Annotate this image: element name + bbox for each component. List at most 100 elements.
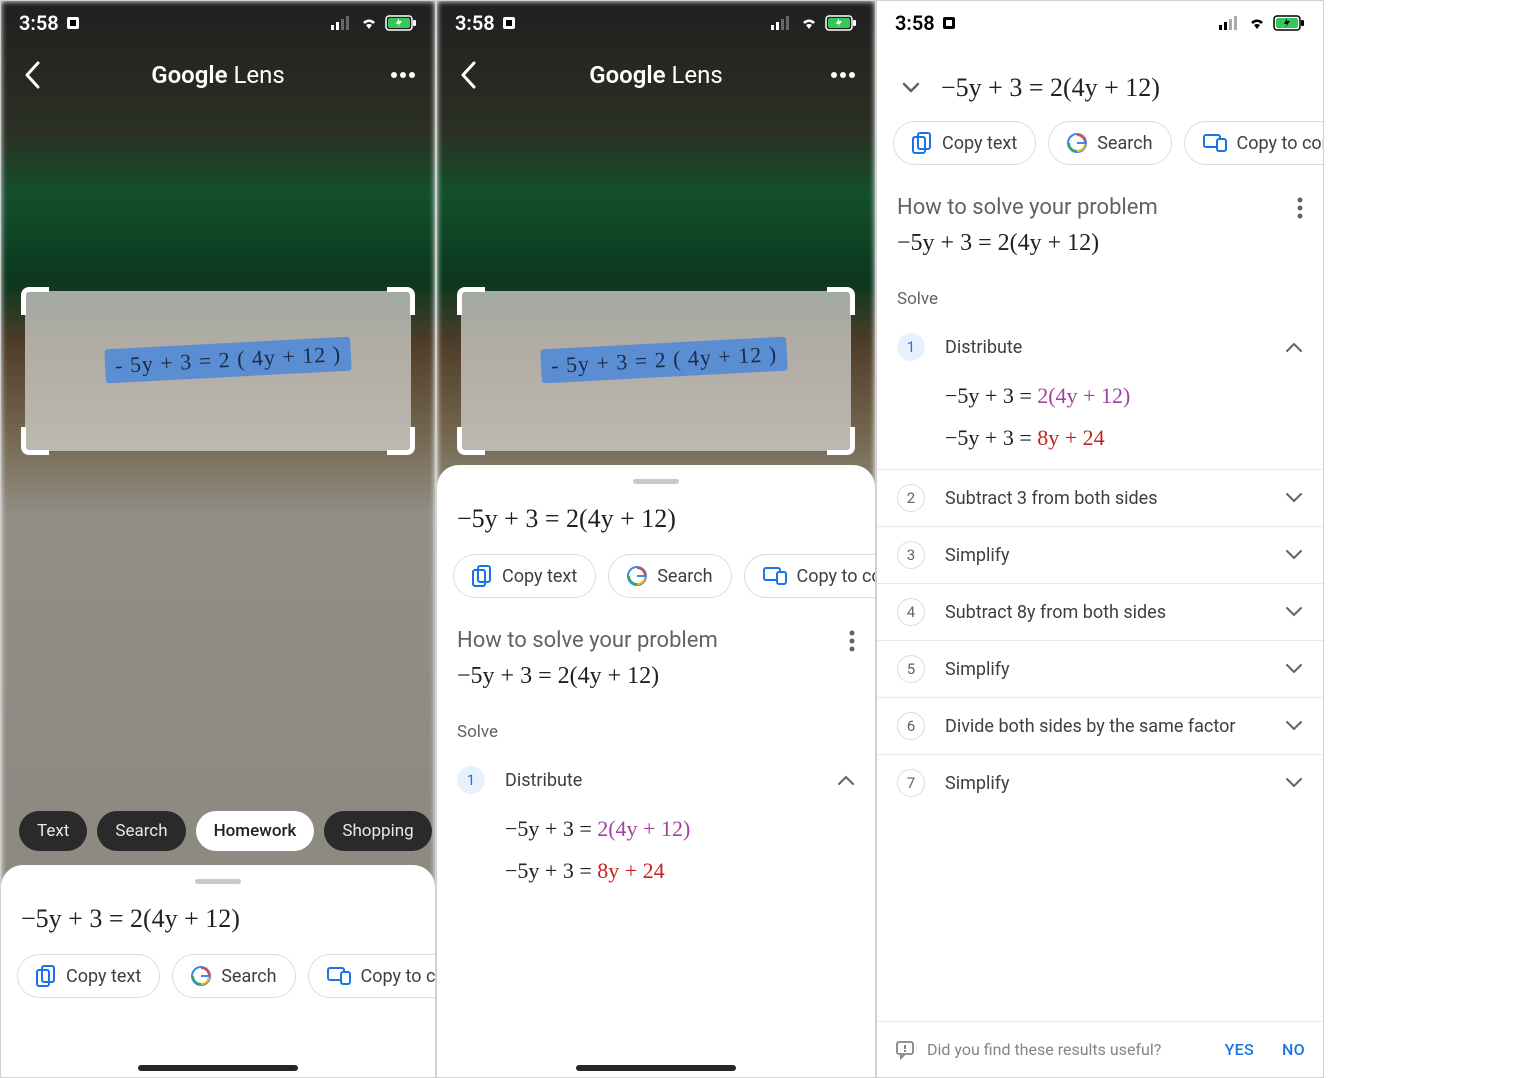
more-button[interactable] bbox=[385, 57, 421, 93]
search-button[interactable]: Search bbox=[1048, 121, 1171, 165]
more-button[interactable] bbox=[825, 57, 861, 93]
copy-to-computer-button[interactable]: Copy to computer bbox=[1184, 121, 1323, 165]
chevron-down-icon bbox=[1285, 663, 1303, 675]
crop-handle-br[interactable] bbox=[827, 427, 855, 455]
screen-3-solve-fullscreen: 3:58 −5y + 3 = 2(4y + 12) Copy text S bbox=[876, 0, 1324, 1078]
step-row-5[interactable]: 5 Simplify bbox=[877, 640, 1323, 697]
action-row: Copy text Search Copy to computer bbox=[877, 111, 1323, 171]
step-row-4[interactable]: 4 Subtract 8y from both sides bbox=[877, 583, 1323, 640]
chevron-down-icon bbox=[1285, 777, 1303, 789]
solve-heading: How to solve your problem bbox=[437, 604, 875, 657]
status-time: 3:58 bbox=[455, 11, 495, 35]
signal-icon bbox=[1219, 16, 1241, 30]
step-row-2[interactable]: 2 Subtract 3 from both sides bbox=[877, 469, 1323, 526]
feedback-yes-button[interactable]: YES bbox=[1225, 1040, 1254, 1059]
mode-chip-search[interactable]: Search bbox=[97, 811, 185, 851]
back-button[interactable] bbox=[451, 57, 487, 93]
step-title: Divide both sides by the same factor bbox=[945, 716, 1235, 737]
crop-handle-bl[interactable] bbox=[457, 427, 485, 455]
status-app-icon bbox=[501, 15, 517, 31]
step-row-6[interactable]: 6 Divide both sides by the same factor bbox=[877, 697, 1323, 754]
google-g-icon bbox=[627, 566, 647, 586]
chevron-down-icon bbox=[1285, 549, 1303, 561]
step-number: 4 bbox=[897, 598, 925, 626]
copy-text-button[interactable]: Copy text bbox=[893, 121, 1036, 165]
copy-to-computer-button[interactable]: Copy to computer bbox=[308, 954, 435, 998]
sheet-grabber[interactable] bbox=[633, 479, 679, 484]
mode-chip-row: Text Search Homework Shopping Places bbox=[1, 811, 435, 851]
battery-icon bbox=[1273, 15, 1305, 31]
step-title: Simplify bbox=[945, 773, 1010, 794]
step-title: Subtract 3 from both sides bbox=[945, 488, 1158, 509]
status-bar: 3:58 bbox=[1, 1, 435, 45]
step-detail-line-1: −5y + 3 = 2(4y + 12) bbox=[437, 808, 875, 850]
step-row-1[interactable]: 1 Distribute bbox=[877, 319, 1323, 375]
solve-label: Solve bbox=[877, 271, 1323, 319]
devices-icon bbox=[763, 567, 787, 585]
collapse-header[interactable]: −5y + 3 = 2(4y + 12) bbox=[877, 45, 1323, 111]
copy-text-button[interactable]: Copy text bbox=[17, 954, 160, 998]
step-number: 5 bbox=[897, 655, 925, 683]
signal-icon bbox=[331, 16, 353, 30]
step-row-3[interactable]: 3 Simplify bbox=[877, 526, 1323, 583]
detected-text-overlay: - 5y + 3 = 2 ( 4y + 12 ) bbox=[104, 337, 352, 384]
copy-to-computer-button[interactable]: Copy to computer bbox=[744, 554, 875, 598]
feedback-bar: Did you find these results useful? YES N… bbox=[877, 1021, 1323, 1077]
step-number: 1 bbox=[897, 333, 925, 361]
detected-text-overlay: - 5y + 3 = 2 ( 4y + 12 ) bbox=[540, 337, 788, 384]
step-title: Distribute bbox=[945, 337, 1022, 358]
search-button[interactable]: Search bbox=[172, 954, 295, 998]
wifi-icon bbox=[359, 16, 379, 30]
more-vert-icon[interactable] bbox=[1297, 197, 1303, 219]
home-indicator[interactable] bbox=[576, 1065, 736, 1071]
battery-icon bbox=[825, 15, 857, 31]
feedback-icon bbox=[895, 1040, 915, 1060]
more-vert-icon[interactable] bbox=[849, 630, 855, 652]
step-row-1[interactable]: 1 Distribute bbox=[437, 752, 875, 808]
home-indicator[interactable] bbox=[138, 1065, 298, 1071]
feedback-no-button[interactable]: NO bbox=[1282, 1040, 1305, 1059]
screen-1-lens-capture: 3:58 Google Lens bbox=[0, 0, 436, 1078]
status-app-icon bbox=[65, 15, 81, 31]
feedback-prompt: Did you find these results useful? bbox=[927, 1040, 1161, 1059]
devices-icon bbox=[327, 967, 351, 985]
recognized-equation: −5y + 3 = 2(4y + 12) bbox=[1, 898, 435, 948]
search-button[interactable]: Search bbox=[608, 554, 731, 598]
crop-handle-tr[interactable] bbox=[827, 287, 855, 315]
step-number: 6 bbox=[897, 712, 925, 740]
header-equation: −5y + 3 = 2(4y + 12) bbox=[941, 73, 1160, 103]
back-button[interactable] bbox=[15, 57, 51, 93]
crop-frame[interactable]: - 5y + 3 = 2 ( 4y + 12 ) bbox=[25, 291, 411, 451]
chevron-down-icon bbox=[1285, 492, 1303, 504]
mode-chip-homework[interactable]: Homework bbox=[196, 811, 315, 851]
step-row-7[interactable]: 7 Simplify bbox=[877, 754, 1323, 811]
devices-icon bbox=[1203, 134, 1227, 152]
mode-chip-shopping[interactable]: Shopping bbox=[324, 811, 431, 851]
google-g-icon bbox=[1067, 133, 1087, 153]
action-row: Copy text Search Copy to computer bbox=[437, 548, 875, 604]
result-sheet[interactable]: −5y + 3 = 2(4y + 12) Copy text Search Co… bbox=[1, 865, 435, 1077]
crop-handle-bl[interactable] bbox=[21, 427, 49, 455]
result-sheet[interactable]: −5y + 3 = 2(4y + 12) Copy text Search Co… bbox=[437, 465, 875, 1077]
status-bar: 3:58 bbox=[877, 1, 1323, 45]
wifi-icon bbox=[799, 16, 819, 30]
crop-frame[interactable]: - 5y + 3 = 2 ( 4y + 12 ) bbox=[461, 291, 851, 451]
screen-2-lens-result-expanded: 3:58 Google Lens bbox=[436, 0, 876, 1078]
step-number: 7 bbox=[897, 769, 925, 797]
chevron-up-icon bbox=[837, 774, 855, 786]
crop-handle-tl[interactable] bbox=[21, 287, 49, 315]
crop-handle-tr[interactable] bbox=[387, 287, 415, 315]
sheet-grabber[interactable] bbox=[195, 879, 241, 884]
mode-chip-text[interactable]: Text bbox=[19, 811, 87, 851]
step-detail-line-2: −5y + 3 = 8y + 24 bbox=[877, 417, 1323, 469]
chevron-down-icon bbox=[1285, 606, 1303, 618]
step-detail-line-1: −5y + 3 = 2(4y + 12) bbox=[877, 375, 1323, 417]
app-title: Google Lens bbox=[589, 61, 723, 89]
chevron-down-icon[interactable] bbox=[897, 74, 925, 102]
step-number: 3 bbox=[897, 541, 925, 569]
app-header: Google Lens bbox=[1, 45, 435, 105]
copy-text-button[interactable]: Copy text bbox=[453, 554, 596, 598]
crop-handle-br[interactable] bbox=[387, 427, 415, 455]
problem-equation: −5y + 3 = 2(4y + 12) bbox=[437, 657, 875, 704]
crop-handle-tl[interactable] bbox=[457, 287, 485, 315]
